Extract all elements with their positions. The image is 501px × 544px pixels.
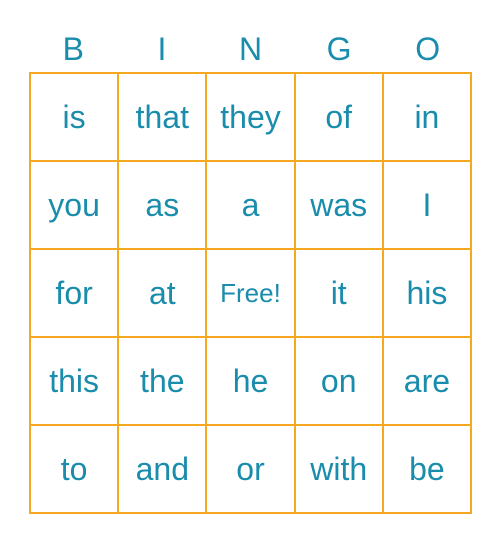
bingo-cell[interactable]: is: [30, 73, 119, 161]
header-letter-o: O: [415, 31, 441, 67]
bingo-cell[interactable]: I: [382, 161, 471, 249]
bingo-cell[interactable]: his: [382, 249, 471, 337]
header-letter-b: B: [62, 31, 84, 67]
bingo-header: B I N G O: [29, 28, 472, 70]
bingo-cell[interactable]: be: [382, 425, 471, 513]
bingo-cell[interactable]: on: [294, 337, 383, 425]
bingo-card: is that they of in you as a was I for at…: [29, 72, 472, 514]
bingo-cell[interactable]: of: [294, 73, 383, 161]
bingo-cell[interactable]: they: [206, 73, 295, 161]
bingo-cell[interactable]: with: [294, 425, 383, 513]
bingo-cell[interactable]: in: [382, 73, 471, 161]
header-letter-g: G: [326, 31, 352, 67]
bingo-cell[interactable]: at: [118, 249, 207, 337]
free-space-cell[interactable]: Free!: [206, 249, 295, 337]
bingo-cell[interactable]: are: [382, 337, 471, 425]
bingo-cell[interactable]: a: [206, 161, 295, 249]
bingo-cell[interactable]: or: [206, 425, 295, 513]
bingo-cell[interactable]: this: [30, 337, 119, 425]
bingo-cell[interactable]: it: [294, 249, 383, 337]
bingo-cell[interactable]: to: [30, 425, 119, 513]
bingo-cell[interactable]: you: [30, 161, 119, 249]
header-letter-i: I: [157, 31, 167, 67]
bingo-cell[interactable]: for: [30, 249, 119, 337]
bingo-cell[interactable]: was: [294, 161, 383, 249]
bingo-cell[interactable]: and: [118, 425, 207, 513]
bingo-cell[interactable]: that: [118, 73, 207, 161]
bingo-cell[interactable]: as: [118, 161, 207, 249]
bingo-cell[interactable]: he: [206, 337, 295, 425]
header-letter-n: N: [238, 31, 263, 67]
bingo-cell[interactable]: the: [118, 337, 207, 425]
